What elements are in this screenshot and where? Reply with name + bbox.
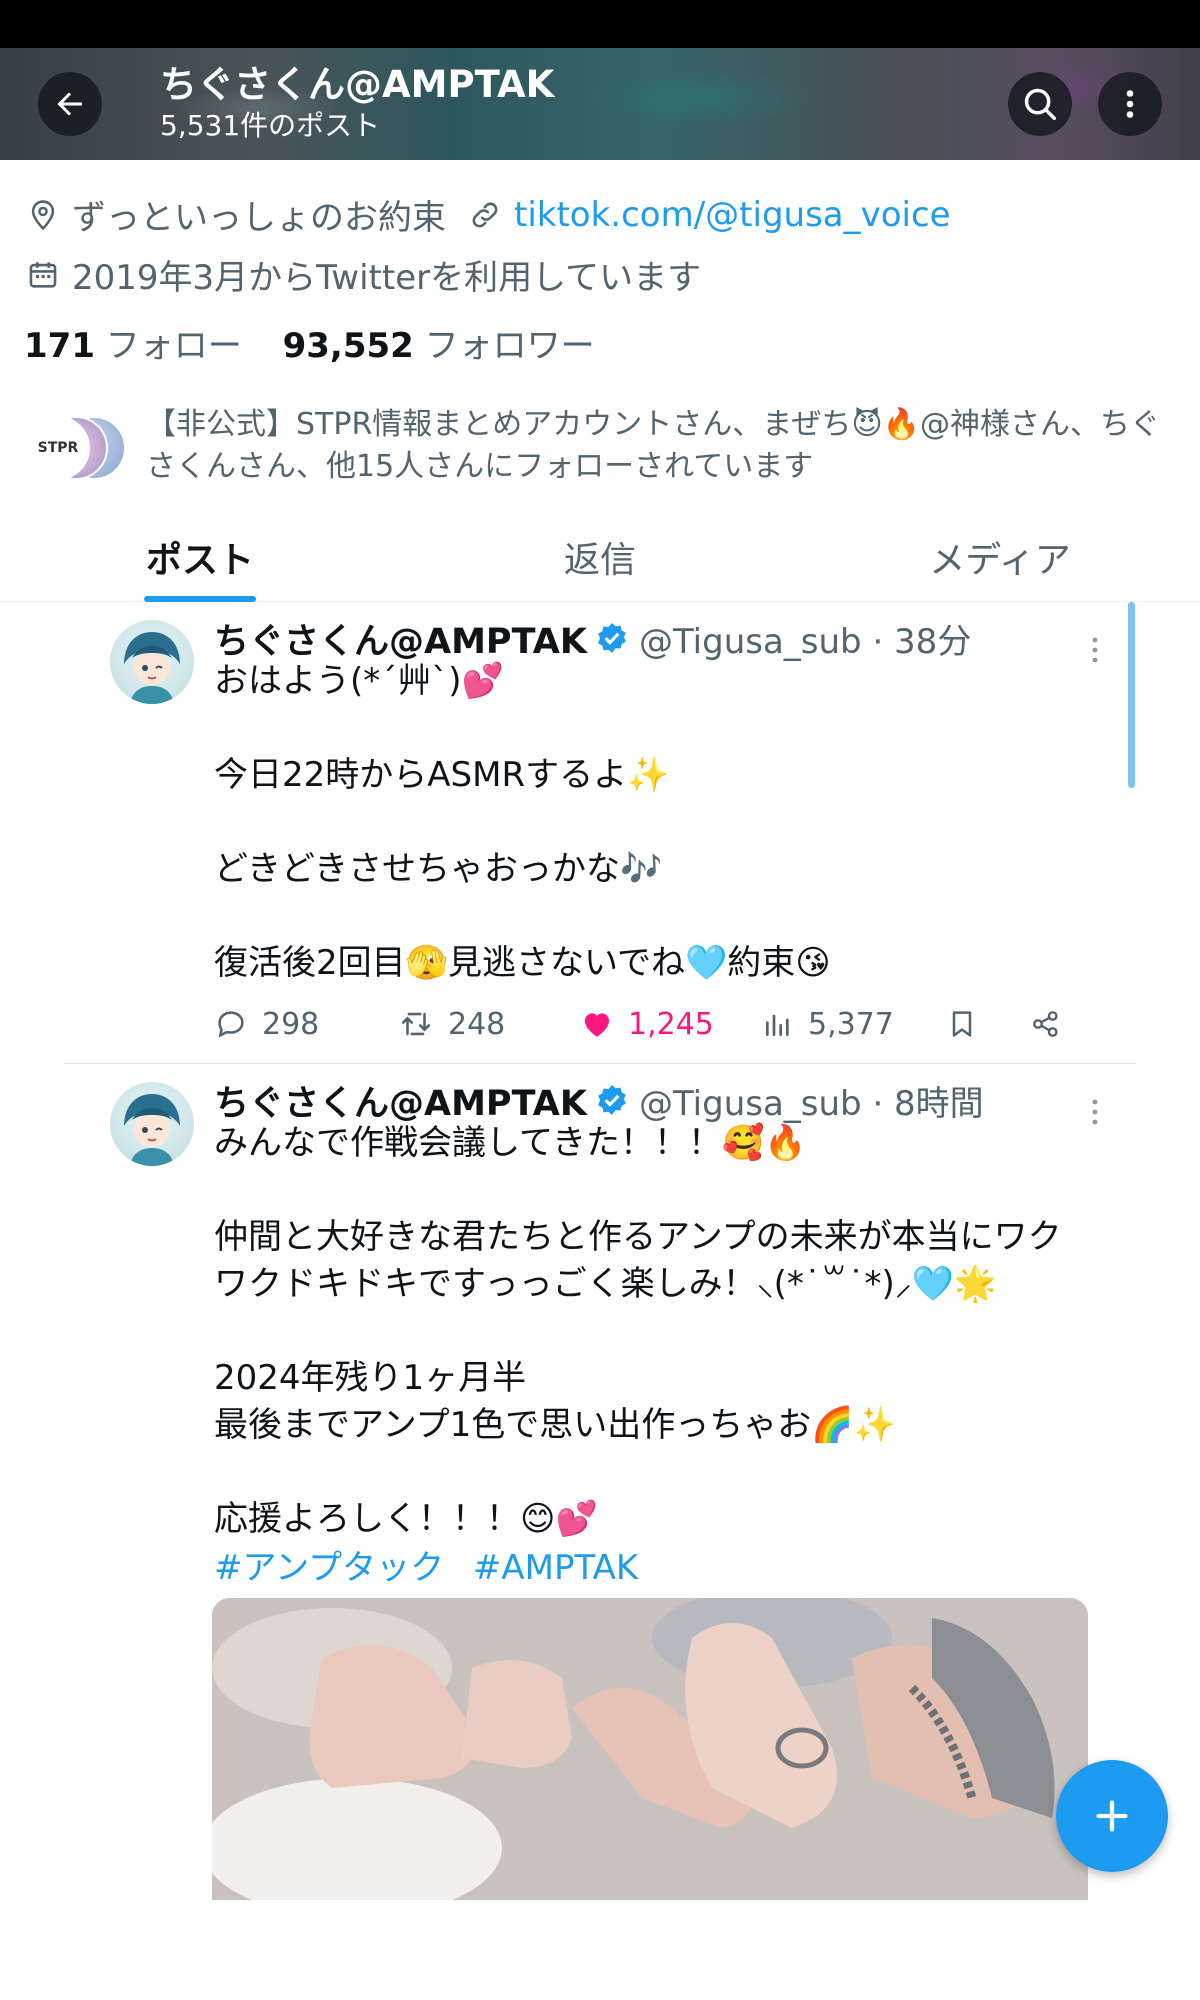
avatar: STPR bbox=[26, 416, 90, 480]
profile-website-link[interactable]: tiktok.com/@tigusa_voice bbox=[514, 195, 951, 235]
status-bar bbox=[0, 0, 1200, 48]
tweet-handle-time: @Tigusa_sub · 8時間 bbox=[638, 1083, 984, 1124]
hashtag-link[interactable]: #アンプタック bbox=[214, 1548, 444, 1588]
search-button[interactable] bbox=[1008, 72, 1072, 136]
more-button[interactable] bbox=[1098, 72, 1162, 136]
tweet-text: みんなで作戦会議してきた！！！🥰🔥 仲間と大好きな君たちと作るアンプの未来が本当… bbox=[214, 1123, 1062, 1539]
share-icon bbox=[1033, 1011, 1058, 1037]
header-post-count: 5,531件のポスト bbox=[160, 109, 381, 142]
followed-by-text: 【非公式】STPR情報まとめアカウントさん、まぜち😈🔥@神様さん、ちぐさくんさん… bbox=[146, 407, 1161, 484]
profile-joined-row: 2019年3月からTwitterを利用しています bbox=[26, 250, 701, 299]
tweet-author-name[interactable]: ちぐさくん@AMPTAK bbox=[214, 613, 587, 664]
reply-count: 298 bbox=[262, 1006, 320, 1042]
followed-by-row[interactable]: STPR 【非公式】STPR情報まとめアカウントさん、まぜち😈🔥@神様さん、ちぐ… bbox=[26, 404, 1186, 488]
calendar-icon bbox=[26, 258, 60, 292]
hands-photo bbox=[212, 1598, 1088, 1900]
tab-posts[interactable]: ポスト bbox=[100, 512, 300, 602]
bookmark-button[interactable] bbox=[946, 1000, 992, 1048]
retweet-icon bbox=[401, 1012, 431, 1036]
retweet-button[interactable]: 248 bbox=[398, 1000, 505, 1048]
tweet-actions: 298 248 1,245 5,377 bbox=[214, 1000, 1074, 1048]
bookmark-icon bbox=[952, 1011, 972, 1037]
thread-indicator bbox=[1128, 602, 1135, 788]
verified-badge-icon bbox=[595, 621, 629, 655]
reply-icon bbox=[218, 1011, 244, 1038]
views-count: 5,377 bbox=[808, 1006, 894, 1042]
following-link[interactable]: 171 フォロー bbox=[24, 326, 242, 366]
like-button[interactable]: 1,245 bbox=[580, 1000, 714, 1048]
heart-filled-icon bbox=[584, 1013, 610, 1037]
tweet-author-name[interactable]: ちぐさくん@AMPTAK bbox=[214, 1075, 587, 1126]
profile-joined-date: 2019年3月からTwitterを利用しています bbox=[72, 258, 702, 298]
avatar-logo-text: STPR bbox=[37, 440, 79, 456]
back-button[interactable] bbox=[38, 72, 102, 136]
tweet-hashtags: #アンプタック #AMPTAK bbox=[214, 1540, 656, 1589]
tweet-divider bbox=[64, 1063, 1136, 1064]
tab-replies[interactable]: 返信 bbox=[500, 512, 700, 602]
verified-badge-icon bbox=[595, 1083, 629, 1117]
tweet-more-icon[interactable] bbox=[1090, 1098, 1100, 1132]
followers-count: 93,552 bbox=[282, 326, 414, 366]
tweet-handle-time: @Tigusa_sub · 38分 bbox=[638, 621, 972, 662]
plus-icon bbox=[1096, 1800, 1128, 1832]
location-icon bbox=[26, 198, 60, 232]
arrow-left-icon bbox=[57, 92, 82, 116]
profile-tabs: ポスト 返信 メディア bbox=[0, 512, 1200, 602]
tab-media[interactable]: メディア bbox=[900, 512, 1100, 602]
link-icon bbox=[468, 198, 502, 232]
views-button[interactable]: 5,377 bbox=[762, 1000, 894, 1048]
retweet-count: 248 bbox=[448, 1006, 506, 1042]
profile-location: ずっといっしょのお約束 bbox=[72, 198, 446, 238]
share-button[interactable] bbox=[1030, 1000, 1076, 1048]
like-count: 1,245 bbox=[628, 1006, 714, 1042]
followers-label: フォロワー bbox=[424, 326, 595, 366]
tweet-media-image[interactable] bbox=[212, 1598, 1088, 1900]
views-chart-icon bbox=[766, 1014, 789, 1036]
header-title: ちぐさくん@AMPTAK 5,531件のポスト bbox=[160, 62, 554, 144]
follow-stats: 171 フォロー 93,552 フォロワー bbox=[24, 318, 595, 367]
tweet-header: ちぐさくん@AMPTAK @Tigusa_sub · 8時間 bbox=[214, 1076, 984, 1124]
avatar[interactable] bbox=[110, 1082, 194, 1166]
followed-by-avatars: STPR bbox=[26, 416, 126, 486]
following-label: フォロー bbox=[105, 326, 242, 366]
tab-active-indicator bbox=[144, 596, 256, 602]
compose-fab-button[interactable] bbox=[1056, 1760, 1168, 1872]
reply-button[interactable]: 298 bbox=[214, 1000, 319, 1048]
hashtag-link[interactable]: #AMPTAK bbox=[473, 1548, 638, 1588]
profile-header: ちぐさくん@AMPTAK 5,531件のポスト bbox=[0, 48, 1200, 160]
more-vertical-icon bbox=[1126, 90, 1134, 118]
tweet-header: ちぐさくん@AMPTAK @Tigusa_sub · 38分 bbox=[214, 614, 971, 662]
profile-meta-row: ずっといっしょのお約束 tiktok.com/@tigusa_voice bbox=[26, 190, 951, 239]
tweet-text: おはよう(*´艸`)💕 今日22時からASMRするよ✨ どきどきさせちゃおっかな… bbox=[214, 661, 831, 983]
followers-link[interactable]: 93,552 フォロワー bbox=[283, 326, 595, 366]
search-icon bbox=[1024, 88, 1056, 120]
header-name: ちぐさくん@AMPTAK bbox=[160, 63, 555, 106]
avatar[interactable] bbox=[110, 620, 194, 704]
following-count: 171 bbox=[24, 326, 95, 366]
